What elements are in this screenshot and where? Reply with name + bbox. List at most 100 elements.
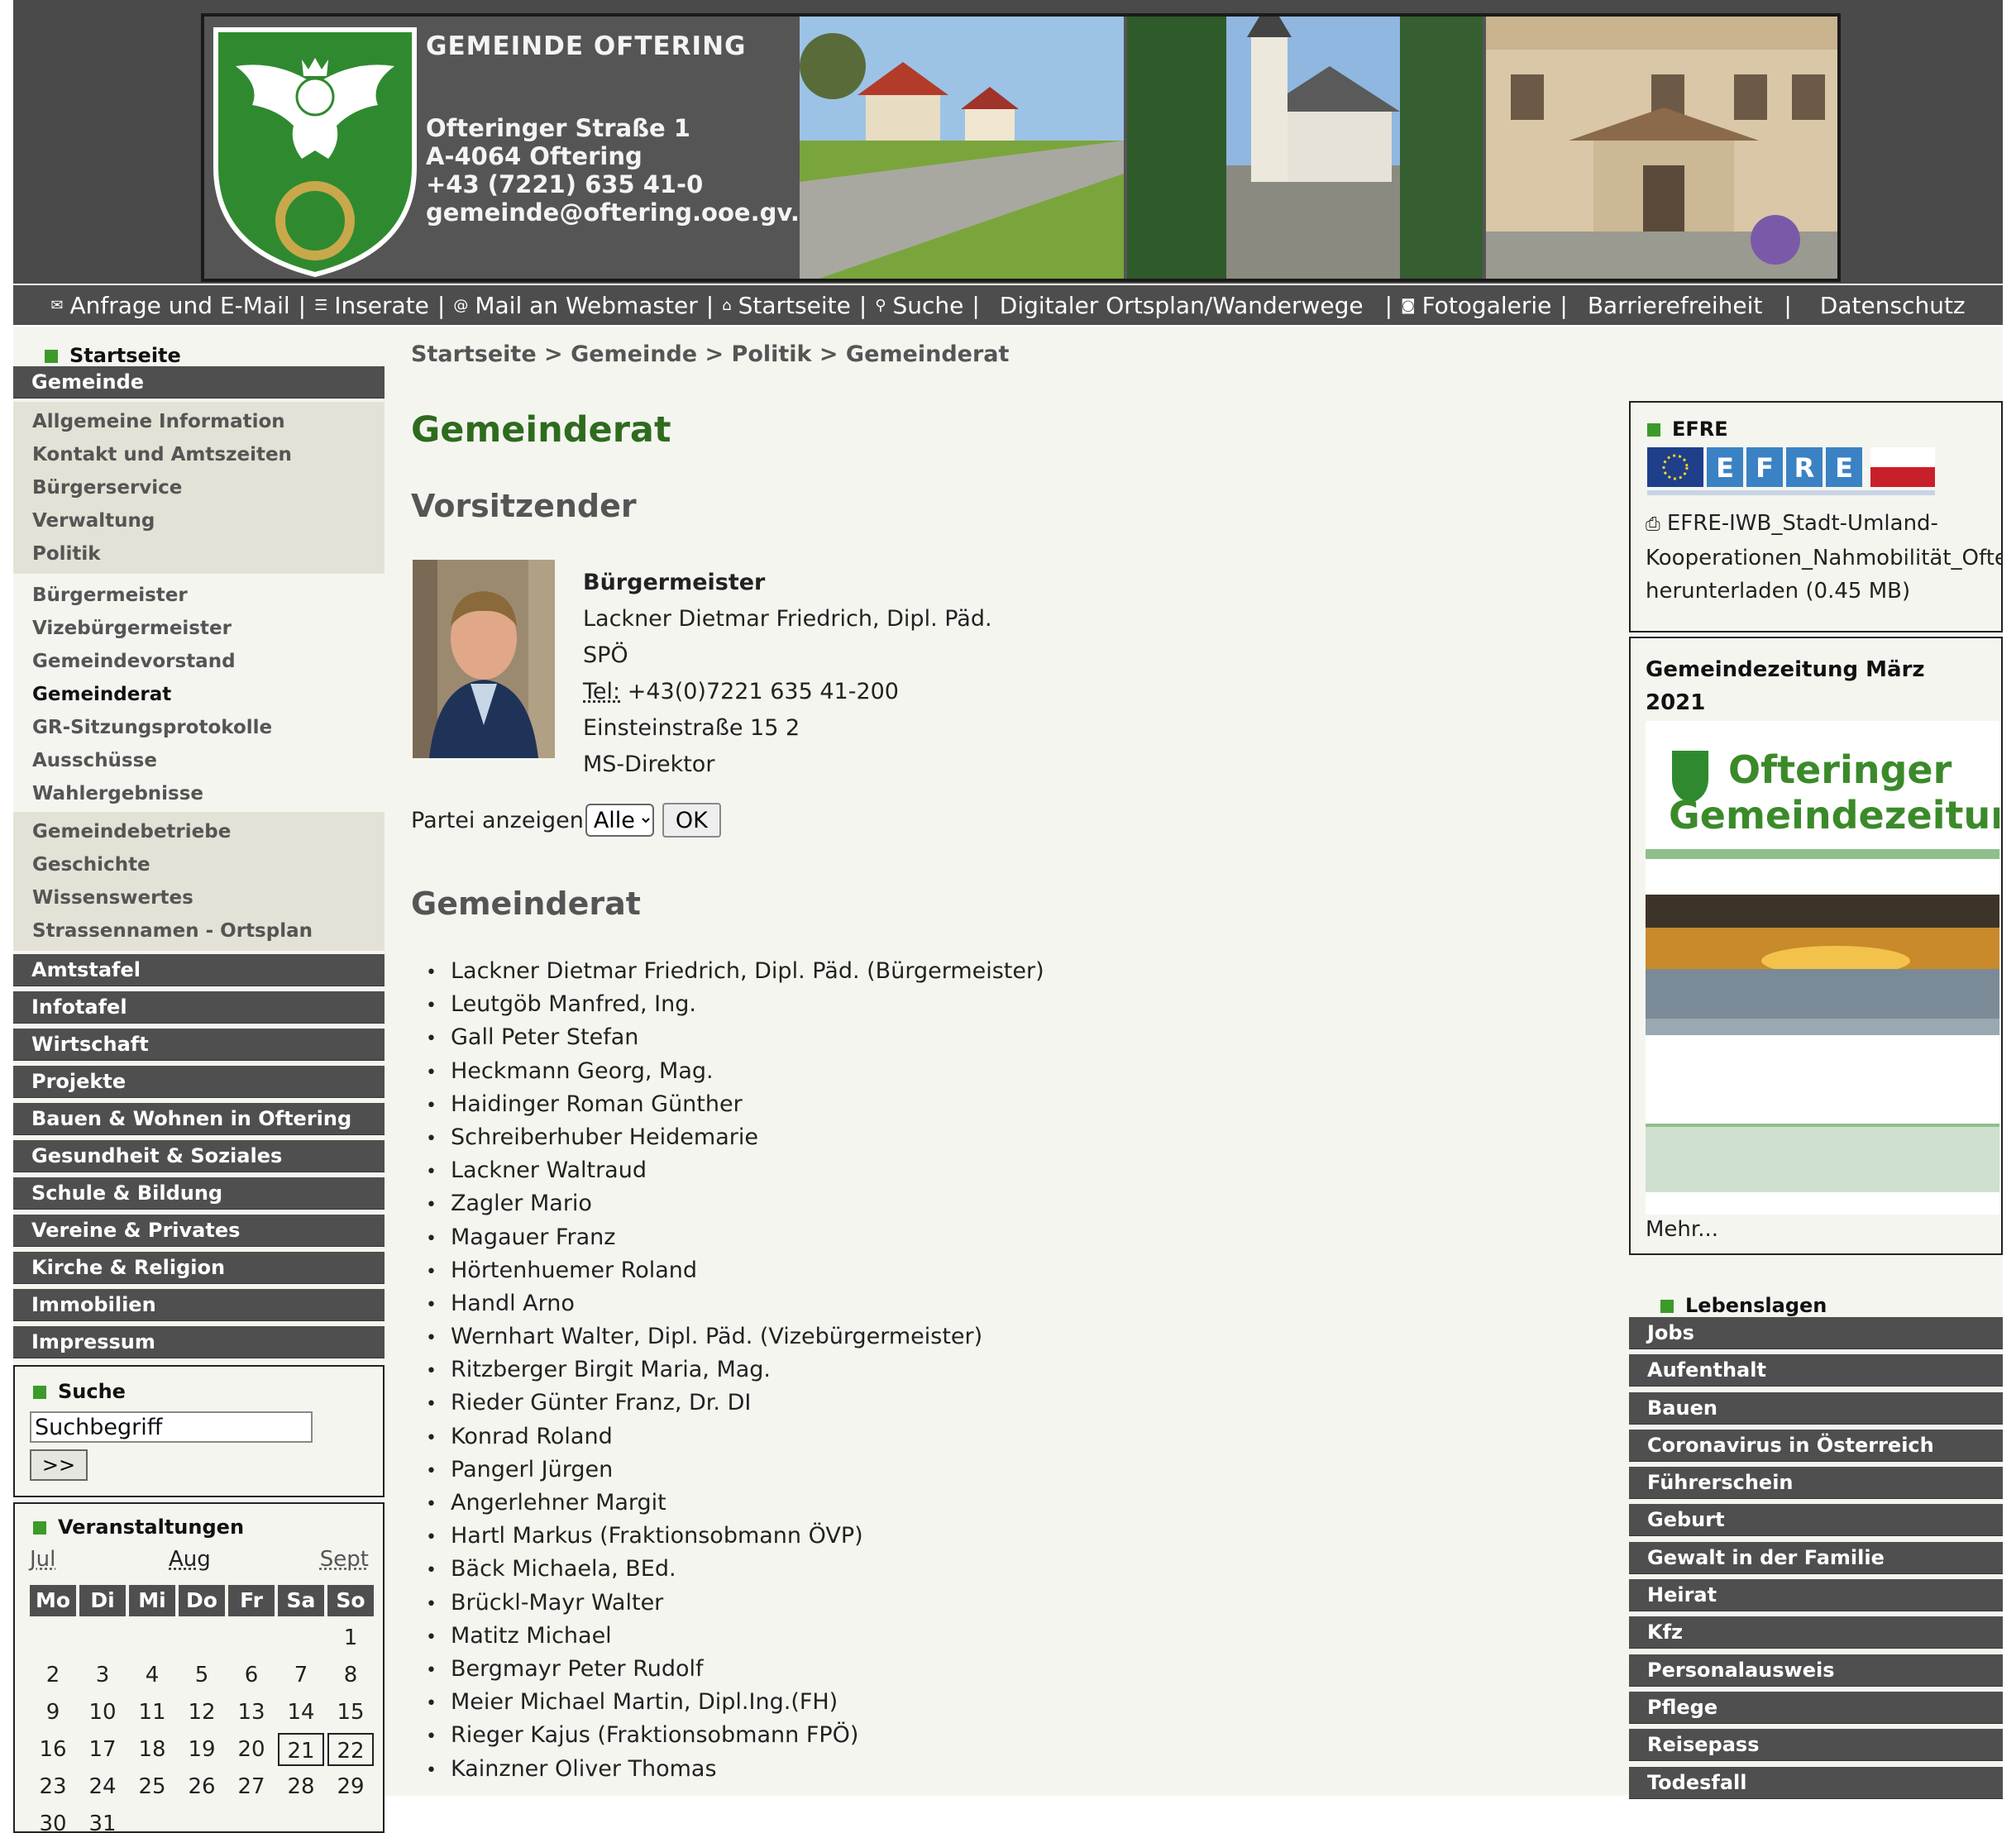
calendar-prev-month[interactable]: Jul xyxy=(30,1547,55,1572)
calendar-day[interactable]: 4 xyxy=(129,1659,175,1692)
calendar-day[interactable]: 17 xyxy=(79,1733,126,1766)
nav-suche[interactable]: ⚲Suche xyxy=(875,292,963,319)
sidebar-item-bauen-wohnen[interactable]: Bauen & Wohnen in Oftering xyxy=(13,1103,385,1135)
sidebar-item-wahlergebnisse[interactable]: Wahlergebnisse xyxy=(13,777,385,810)
calendar-day[interactable]: 29 xyxy=(327,1770,374,1803)
lebenslage-item[interactable]: Geburt xyxy=(1629,1504,2003,1536)
gemeindezeitung-cover[interactable]: Ofteringer Gemeindezeitung xyxy=(1646,721,1999,1215)
calendar-day[interactable]: 23 xyxy=(30,1770,76,1803)
nav-mail-webmaster[interactable]: @Mail an Webmaster xyxy=(453,292,697,319)
calendar-day[interactable]: 24 xyxy=(79,1770,126,1803)
calendar-day[interactable]: 6 xyxy=(228,1659,275,1692)
lebenslage-item[interactable]: Aufenthalt xyxy=(1629,1354,2003,1387)
sidebar-section-gemeinde[interactable]: Gemeinde xyxy=(13,366,385,399)
sidebar-item-gemeindebetriebe[interactable]: Gemeindebetriebe xyxy=(13,815,385,848)
sidebar-item-projekte[interactable]: Projekte xyxy=(13,1066,385,1098)
council-member: Lackner Waltraud xyxy=(411,1154,1044,1187)
calendar-day[interactable]: 12 xyxy=(179,1696,225,1729)
calendar-day[interactable]: 27 xyxy=(228,1770,275,1803)
calendar-day[interactable]: 7 xyxy=(278,1659,324,1692)
mayor-role: Bürgermeister xyxy=(583,565,992,601)
calendar-day[interactable]: 16 xyxy=(30,1733,76,1766)
sidebar-home-link[interactable]: Startseite xyxy=(13,327,385,366)
lebenslage-item[interactable]: Jobs xyxy=(1629,1317,2003,1349)
sidebar-item-gesundheit[interactable]: Gesundheit & Soziales xyxy=(13,1140,385,1172)
calendar-day[interactable]: 5 xyxy=(179,1659,225,1692)
search-input[interactable] xyxy=(30,1411,313,1443)
party-filter-ok-button[interactable]: OK xyxy=(662,803,721,838)
sidebar-item-kontakt[interactable]: Kontakt und Amtszeiten xyxy=(13,438,385,471)
calendar-day[interactable]: 28 xyxy=(278,1770,324,1803)
lebenslage-item[interactable]: Reisepass xyxy=(1629,1729,2003,1761)
calendar-day[interactable]: 10 xyxy=(79,1696,126,1729)
calendar-day xyxy=(228,1807,275,1833)
lebenslage-item[interactable]: Coronavirus in Österreich xyxy=(1629,1430,2003,1462)
sidebar-item-vereine[interactable]: Vereine & Privates xyxy=(13,1215,385,1247)
sidebar-item-kirche[interactable]: Kirche & Religion xyxy=(13,1252,385,1284)
calendar-day[interactable]: 25 xyxy=(129,1770,175,1803)
council-member: Bergmayr Peter Rudolf xyxy=(411,1653,1044,1686)
calendar-day[interactable]: 19 xyxy=(179,1733,225,1766)
sidebar-item-impressum[interactable]: Impressum xyxy=(13,1326,385,1358)
search-submit-button[interactable]: >> xyxy=(30,1449,88,1481)
efre-download-link[interactable]: ⎙ EFRE-IWB_Stadt-Umland- Kooperationen_N… xyxy=(1646,507,2001,608)
calendar-day[interactable]: 22 xyxy=(327,1733,374,1766)
sidebar-item-wirtschaft[interactable]: Wirtschaft xyxy=(13,1029,385,1061)
lebenslage-item[interactable]: Heirat xyxy=(1629,1579,2003,1611)
pdf-icon: ⎙ xyxy=(1646,514,1660,535)
sidebar-item-allgemeine-information[interactable]: Allgemeine Information xyxy=(13,405,385,438)
nav-startseite[interactable]: ⌂Startseite xyxy=(722,292,851,319)
nav-barrierefreiheit[interactable]: Barrierefreiheit xyxy=(1588,292,1763,319)
nav-anfrage-email[interactable]: ✉Anfrage und E-Mail xyxy=(50,292,289,319)
calendar-day[interactable]: 30 xyxy=(30,1807,76,1833)
party-select[interactable]: Alle xyxy=(585,804,654,837)
sidebar-item-gemeinderat[interactable]: Gemeinderat xyxy=(13,678,385,711)
sidebar-item-politik[interactable]: Politik xyxy=(13,537,385,570)
sidebar-item-vizebuergermeister[interactable]: Vizebürgermeister xyxy=(13,612,385,645)
calendar-day[interactable]: 9 xyxy=(30,1696,76,1729)
lebenslage-item[interactable]: Führerschein xyxy=(1629,1467,2003,1499)
nav-inserate[interactable]: ☰Inserate xyxy=(314,292,429,319)
calendar-day[interactable]: 11 xyxy=(129,1696,175,1729)
sidebar-item-infotafel[interactable]: Infotafel xyxy=(13,991,385,1024)
sidebar-item-strassennamen[interactable]: Strassennamen - Ortsplan xyxy=(13,914,385,948)
sidebar-item-amtstafel[interactable]: Amtstafel xyxy=(13,954,385,986)
sidebar-item-gr-sitzungsprotokolle[interactable]: GR-Sitzungsprotokolle xyxy=(13,711,385,744)
calendar-day[interactable]: 20 xyxy=(228,1733,275,1766)
calendar-day[interactable]: 18 xyxy=(129,1733,175,1766)
calendar-week-row: 1 xyxy=(30,1619,377,1656)
calendar-day[interactable]: 1 xyxy=(327,1621,374,1654)
sidebar-item-buergermeister[interactable]: Bürgermeister xyxy=(13,579,385,612)
calendar-day[interactable]: 26 xyxy=(179,1770,225,1803)
lebenslage-item[interactable]: Personalausweis xyxy=(1629,1654,2003,1687)
sidebar-item-wissenswertes[interactable]: Wissenswertes xyxy=(13,881,385,914)
calendar-day[interactable]: 21 xyxy=(278,1733,324,1766)
calendar-day[interactable]: 8 xyxy=(327,1659,374,1692)
sidebar-item-immobilien[interactable]: Immobilien xyxy=(13,1289,385,1321)
nav-datenschutz[interactable]: Datenschutz xyxy=(1820,292,1966,319)
at-icon: @ xyxy=(453,297,468,314)
sidebar-item-verwaltung[interactable]: Verwaltung xyxy=(13,504,385,537)
lebenslage-item[interactable]: Bauen xyxy=(1629,1392,2003,1425)
sidebar-item-ausschuesse[interactable]: Ausschüsse xyxy=(13,744,385,777)
nav-ortsplan[interactable]: Digitaler Ortsplan/Wanderwege xyxy=(1000,292,1364,319)
sidebar-item-buergerservice[interactable]: Bürgerservice xyxy=(13,471,385,504)
calendar-day[interactable]: 2 xyxy=(30,1659,76,1692)
lebenslage-item[interactable]: Gewalt in der Familie xyxy=(1629,1542,2003,1574)
calendar-day[interactable]: 14 xyxy=(278,1696,324,1729)
calendar-day[interactable]: 13 xyxy=(228,1696,275,1729)
nav-fotogalerie[interactable]: ◙Fotogalerie xyxy=(1401,292,1551,319)
calendar-day[interactable]: 31 xyxy=(79,1807,126,1833)
lebenslage-item[interactable]: Kfz xyxy=(1629,1616,2003,1649)
calendar-day xyxy=(278,1807,324,1833)
calendar-day[interactable]: 15 xyxy=(327,1696,374,1729)
calendar-day[interactable]: 3 xyxy=(79,1659,126,1692)
calendar-next-month[interactable]: Sept xyxy=(320,1547,369,1572)
sidebar-item-schule[interactable]: Schule & Bildung xyxy=(13,1177,385,1210)
council-member: Meier Michael Martin, Dipl.Ing.(FH) xyxy=(411,1686,1044,1719)
lebenslage-item[interactable]: Pflege xyxy=(1629,1692,2003,1724)
lebenslage-item[interactable]: Todesfall xyxy=(1629,1767,2003,1799)
sidebar-item-gemeindevorstand[interactable]: Gemeindevorstand xyxy=(13,645,385,678)
gemeindezeitung-more-link[interactable]: Mehr... xyxy=(1646,1217,1718,1242)
sidebar-item-geschichte[interactable]: Geschichte xyxy=(13,848,385,881)
